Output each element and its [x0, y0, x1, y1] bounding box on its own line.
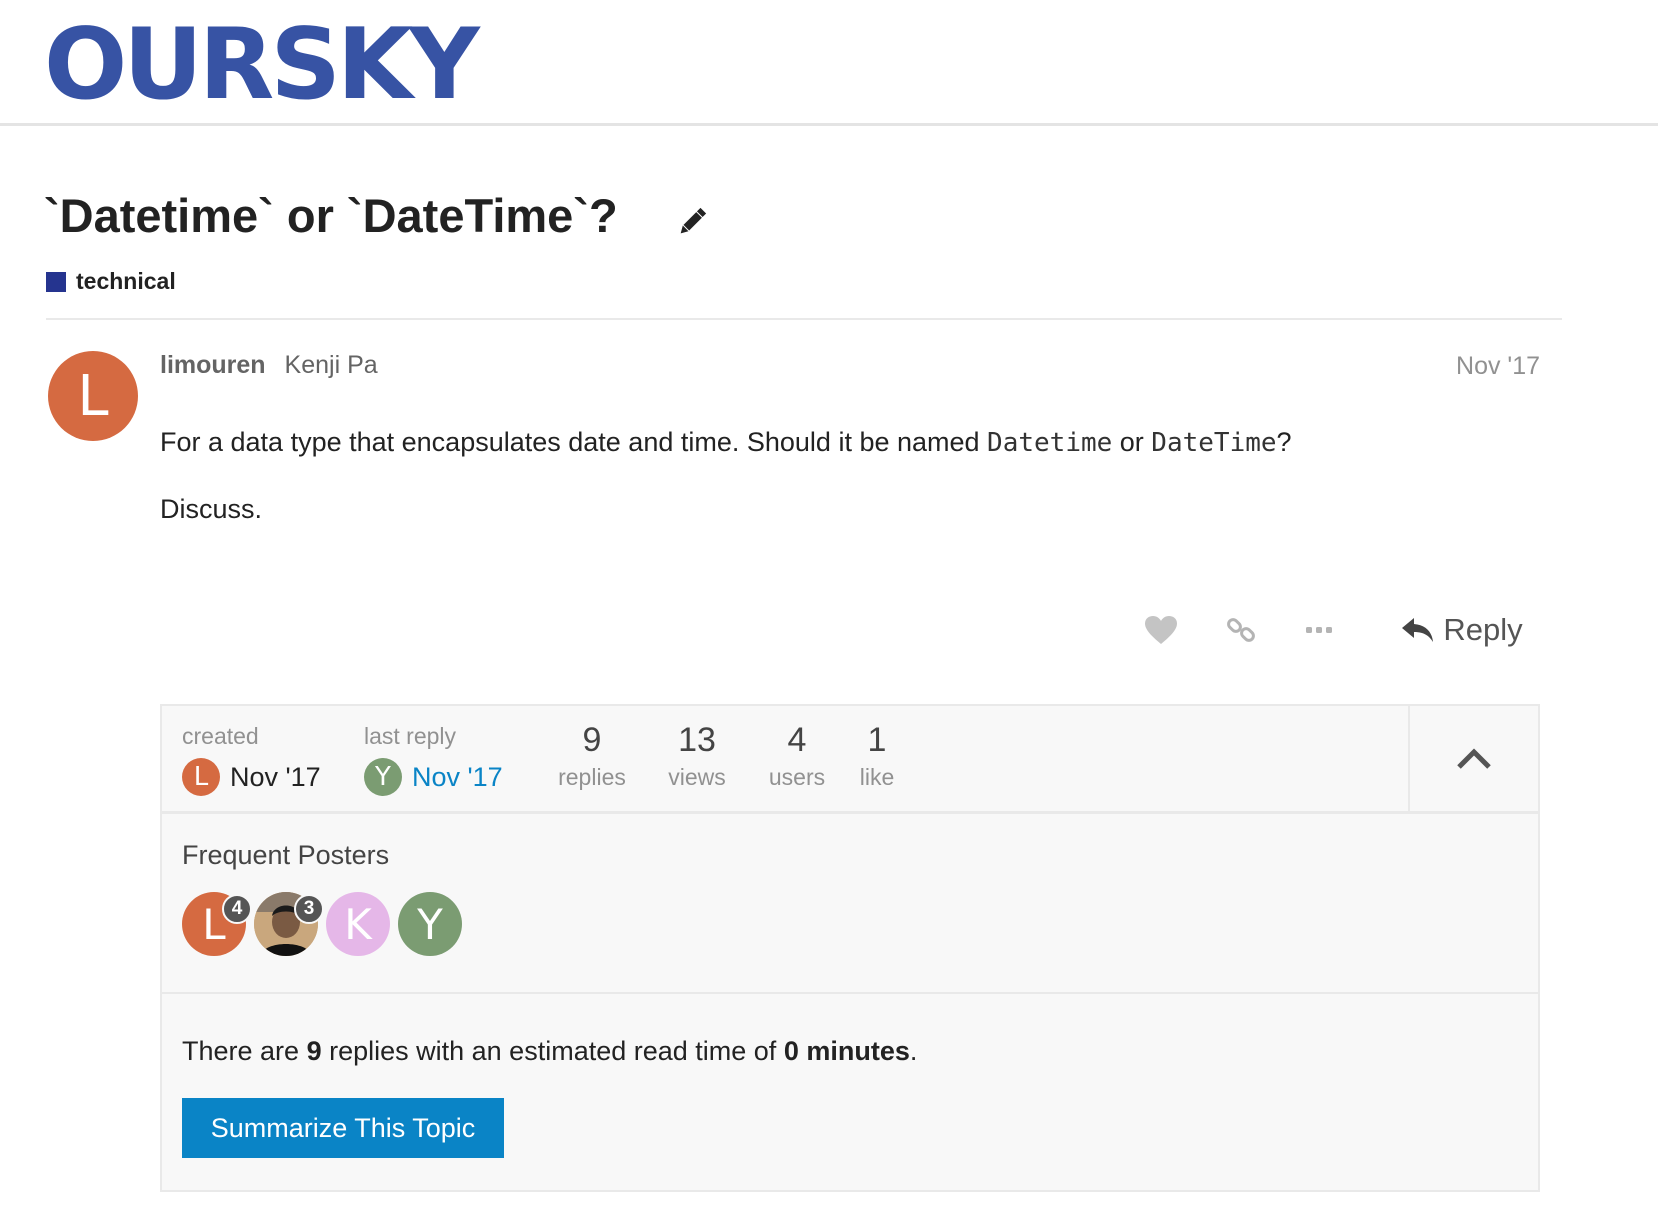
post-full-name: Kenji Pa [284, 351, 378, 379]
link-icon [1227, 618, 1255, 642]
ellipsis-icon [1306, 627, 1332, 633]
category-color-swatch [46, 271, 66, 292]
stat-users: 4 users [768, 721, 826, 790]
post-count-badge: 4 [222, 894, 252, 924]
site-logo[interactable]: OURSKY [44, 10, 480, 120]
inline-code: DateTime [1151, 428, 1277, 458]
frequent-poster[interactable]: L 4 [182, 892, 252, 956]
post-body: For a data type that encapsulates date a… [160, 424, 1550, 557]
pencil-icon[interactable] [674, 204, 710, 240]
last-reply-date[interactable]: Nov '17 [412, 762, 503, 793]
like-button[interactable] [1140, 602, 1182, 658]
show-more-button[interactable] [1298, 602, 1340, 658]
topic-map-summary: created L Nov '17 last reply Y Nov '17 9… [162, 706, 1538, 814]
post-paragraph: For a data type that encapsulates date a… [160, 427, 1292, 458]
poster-avatar: Y [398, 892, 462, 956]
last-reply-label: last reply [364, 723, 457, 749]
post-author: limouren Kenji Pa [160, 350, 378, 380]
stat-views: 13 views [668, 721, 726, 790]
category-badge[interactable]: technical [46, 268, 176, 295]
created-date: Nov '17 [230, 761, 321, 792]
avatar-letter: L [77, 363, 109, 429]
divider [46, 318, 1562, 320]
creator-avatar[interactable]: L [182, 758, 220, 796]
frequent-poster[interactable]: Y [398, 892, 462, 956]
poster-avatar: K [326, 892, 390, 956]
chevron-up-icon [1457, 747, 1491, 769]
reply-button[interactable]: Reply [1392, 602, 1532, 658]
site-header: OURSKY [0, 0, 1658, 126]
created-info: created L Nov '17 [182, 722, 321, 796]
inline-code: Datetime [987, 428, 1113, 458]
reply-icon [1402, 618, 1434, 642]
created-label: created [182, 723, 259, 749]
last-replier-avatar[interactable]: Y [364, 758, 402, 796]
frequent-poster[interactable]: 3 [254, 892, 324, 956]
stat-likes: 1 like [859, 721, 895, 790]
post-author-avatar[interactable]: L [48, 351, 138, 441]
topic-title: `Datetime` or `DateTime`? [44, 189, 618, 242]
reply-label: Reply [1443, 612, 1523, 647]
frequent-posters-section: Frequent Posters L 4 3 K Y [162, 814, 1538, 994]
post-paragraph: Discuss. [160, 494, 263, 524]
post-count-badge: 3 [294, 894, 324, 924]
post-date[interactable]: Nov '17 [1456, 352, 1540, 381]
collapse-topic-map-button[interactable] [1408, 706, 1538, 811]
frequent-poster[interactable]: K [326, 892, 390, 956]
summary-description: There are 9 replies with an estimated re… [182, 1036, 918, 1066]
share-link-button[interactable] [1220, 602, 1262, 658]
frequent-posters-title: Frequent Posters [182, 840, 390, 870]
summarize-topic-button[interactable]: Summarize This Topic [182, 1098, 504, 1158]
post-username[interactable]: limouren [160, 351, 266, 379]
stat-replies: 9 replies [558, 721, 626, 790]
topic-map: created L Nov '17 last reply Y Nov '17 9… [160, 704, 1540, 1192]
heart-icon [1145, 616, 1177, 644]
last-reply-info: last reply Y Nov '17 [364, 722, 503, 796]
category-name: technical [76, 268, 176, 294]
